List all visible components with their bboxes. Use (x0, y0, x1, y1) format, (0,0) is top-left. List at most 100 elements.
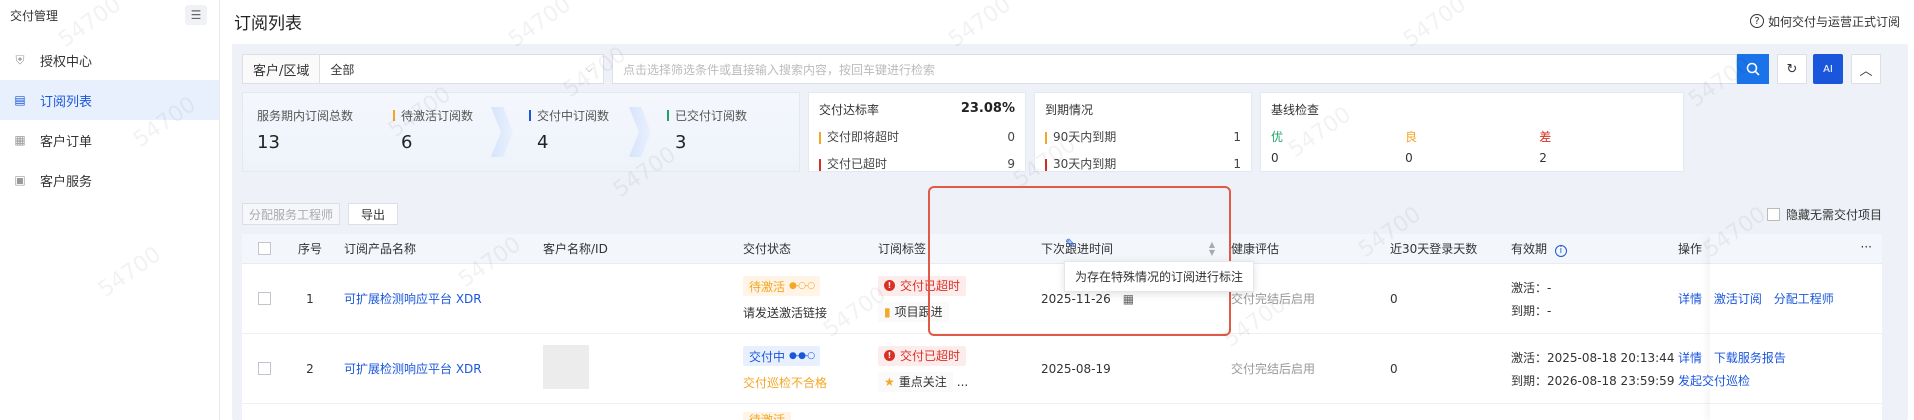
customer-cell (533, 345, 733, 392)
ai-assistant-button[interactable]: AI (1813, 54, 1843, 84)
soon-bar (819, 131, 821, 144)
stat-delivered[interactable]: 已交付订阅数 3 (667, 107, 747, 153)
checkbox[interactable] (1766, 207, 1780, 221)
row-checkbox[interactable] (257, 292, 271, 305)
assign-engineer-button[interactable]: 分配服务工程师 (242, 203, 341, 225)
row-label: 30天内到期 (1053, 157, 1117, 171)
stat-total: 服务期内订阅总数 13 (257, 107, 353, 153)
order-icon: ▦ (14, 133, 26, 147)
region-select[interactable]: 客户/区域 全部 ⌵ (242, 54, 604, 84)
stat-delivering[interactable]: 交付中订阅数 4 (529, 107, 609, 153)
row-value: 0 (1007, 129, 1015, 144)
product-link[interactable]: 可扩展检测响应平台 XDR (334, 360, 533, 377)
card-title: 交付达标率 23.08% (819, 101, 1015, 118)
product-link[interactable]: 可扩展检测响应平台 XDR (334, 290, 533, 307)
help-icon: ? (1749, 14, 1764, 28)
grade-good[interactable]: 优 0 (1271, 118, 1401, 165)
stat-label: 待激活订阅数 (393, 107, 473, 124)
header-next[interactable]: 下次跟进时间 ▲ ▼ (1031, 240, 1221, 257)
next-cell: 2025-08-19 (1031, 362, 1221, 376)
expiry-title: 到期情况 (1045, 103, 1094, 117)
collapse-filter-button[interactable]: ︿ (1851, 54, 1881, 84)
stat-delivering-value: 4 (537, 132, 549, 153)
sort-icon[interactable]: ▲ ▼ (1209, 240, 1215, 257)
start-inspection-link[interactable]: 发起交付巡检 (1678, 374, 1750, 388)
edit-icon[interactable]: ✎ (1065, 237, 1076, 252)
row-label: 90天内到期 (1053, 130, 1117, 144)
row-label: 交付已超时 (827, 157, 888, 171)
header-valid: 有效期 i (1501, 240, 1668, 257)
table-header: 序号 订阅产品名称 客户名称/ID 交付状态 订阅标签 下次跟进时间 ▲ ▼ 健康… (242, 234, 1882, 264)
status-cell: 待激活 ●-○-○ 请发送激活链接 (733, 276, 868, 321)
ops-cell: 详情 激活订阅 分配工程师 (1668, 290, 1882, 307)
stat-pending-label: 待激活订阅数 (401, 109, 474, 123)
header-valid-label: 有效期 (1511, 242, 1548, 256)
subscription-table: 序号 订阅产品名称 客户名称/ID 交付状态 订阅标签 下次跟进时间 ▲ ▼ 健康… (242, 234, 1882, 420)
help-link[interactable]: ? 如何交付与运营正式订阅 (1749, 13, 1900, 30)
header-ops: 操作 ··· (1668, 240, 1882, 257)
next-date: 2025-08-19 (1041, 361, 1111, 376)
delivery-rate-value: 23.08% (960, 101, 1015, 116)
expiry-30-row[interactable]: 30天内到期 1 (1045, 155, 1241, 172)
delivery-soon-row[interactable]: 交付即将超时 0 (819, 128, 1015, 145)
info-icon[interactable]: i (1554, 245, 1567, 257)
baseline-card: 基线检查 优 0 良 0 差 2 (1260, 92, 1684, 172)
search-input[interactable]: 点击选择筛选条件或直接输入搜索内容，按回车键进行检索 (612, 54, 1737, 84)
valid-active: 激活：2025-08-18 20:13:44 (1511, 350, 1675, 365)
refresh-icon: ↻ (1786, 61, 1798, 77)
hide-no-delivery-toggle[interactable]: 隐藏无需交付项目 (1766, 206, 1882, 223)
stat-pending[interactable]: 待激活订阅数 6 (393, 107, 473, 153)
chevron-right-icon (629, 107, 651, 157)
chevron-down-icon: ⌵ (585, 63, 593, 75)
sidebar-item-auth-center[interactable]: ⛨ 授权中心 (0, 40, 219, 80)
pending-bar (393, 110, 395, 121)
stat-total-value: 13 (257, 132, 280, 153)
stat-delivering-label: 交付中订阅数 (537, 109, 610, 123)
grade-poor[interactable]: 差 2 (1539, 118, 1669, 165)
content-panel: 客户/区域 全部 ⌵ 点击选择筛选条件或直接输入搜索内容，按回车键进行检索 ↻ … (232, 44, 1908, 420)
grade-value: 0 (1405, 151, 1413, 165)
calendar-icon[interactable]: ▦ (1123, 292, 1134, 306)
tag-label: 交付已超时 (900, 279, 961, 293)
grade-label: 差 (1539, 130, 1552, 144)
grade-label: 优 (1271, 130, 1284, 144)
details-link[interactable]: 详情 (1678, 292, 1702, 306)
sidebar-title: 交付管理 (10, 8, 59, 23)
refresh-button[interactable]: ↻ (1777, 54, 1807, 84)
sidebar-item-label: 授权中心 (40, 54, 93, 70)
status-badge: 待激活 (743, 412, 792, 420)
stat-label: 交付中订阅数 (529, 107, 609, 124)
assign-engineer-link[interactable]: 分配工程师 (1774, 292, 1834, 306)
sidebar-item-subscriptions[interactable]: ▤ 订阅列表 (0, 80, 219, 120)
activate-link[interactable]: 激活订阅 (1714, 292, 1762, 306)
document-icon: ▮ (884, 304, 891, 319)
sidebar-item-service[interactable]: ▣ 客户服务 (0, 160, 219, 200)
download-report-link[interactable]: 下载服务报告 (1714, 351, 1786, 365)
export-button[interactable]: 导出 (348, 203, 399, 225)
stat-delivered-label: 已交付订阅数 (675, 109, 748, 123)
search-button[interactable] (1737, 54, 1769, 84)
select-all-checkbox[interactable] (257, 242, 271, 255)
details-link[interactable]: 详情 (1678, 351, 1702, 365)
more-tags-icon[interactable]: ... (957, 375, 968, 389)
header-name: 订阅产品名称 (344, 242, 417, 256)
sidebar-item-orders[interactable]: ▦ 客户订单 (0, 120, 219, 160)
status-cell: 待激活 (733, 412, 868, 420)
stat-total-label: 服务期内订阅总数 (257, 109, 354, 123)
delivery-overdue-row[interactable]: 交付已超时 9 (819, 155, 1015, 172)
valid-active: 激活：- (1511, 280, 1552, 295)
expiry-90-row[interactable]: 90天内到期 1 (1045, 128, 1241, 145)
overdue-tag: ! 交付已超时 (878, 275, 967, 296)
login-cell: 0 (1390, 291, 1398, 306)
status-sub: 交付巡检不合格 (743, 376, 828, 390)
sidebar-item-label: 客户订单 (40, 134, 93, 150)
tag-label: 项目跟进 (894, 305, 943, 319)
status-label: 交付中 (749, 349, 786, 364)
row-checkbox[interactable] (257, 362, 271, 375)
header-login: 近30天登录天数 (1390, 242, 1478, 256)
delivery-rate-title: 交付达标率 (819, 103, 880, 117)
collapse-sidebar-button[interactable]: ☰ (185, 5, 207, 25)
more-icon[interactable]: ··· (1861, 240, 1872, 257)
grade-fair[interactable]: 良 0 (1405, 118, 1535, 165)
valid-cell: 激活：2025-08-18 20:13:44 到期：2026-08-18 23:… (1501, 349, 1675, 389)
